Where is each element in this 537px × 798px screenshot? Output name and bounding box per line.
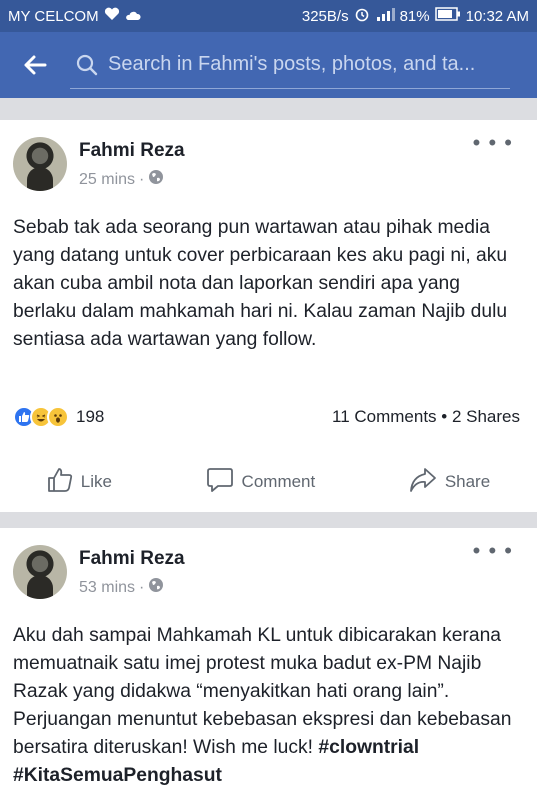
signal-icon [375, 7, 395, 25]
clock-time: 10:32 AM [465, 7, 529, 25]
app-bar [0, 32, 537, 98]
cloud-icon [125, 8, 141, 25]
reaction-count[interactable]: 198 [76, 407, 104, 427]
meta-separator: · [139, 578, 145, 596]
post-text: Sebab tak ada seorang pun wartawan atau … [13, 217, 508, 350]
battery-percent: 81% [399, 7, 430, 25]
hashtag-link[interactable]: #KitaSemuaPenghasut [13, 765, 222, 786]
post-body: Aku dah sampai Mahkamah KL untuk dibicar… [13, 625, 512, 758]
post-header: Fahmi Reza 53 mins · • • • [0, 528, 537, 622]
comment-label: Comment [241, 472, 316, 491]
more-options-icon[interactable]: • • • [473, 132, 513, 154]
post-header: Fahmi Reza 25 mins · • • • [0, 120, 537, 214]
reactions-row[interactable]: 198 11 Comments • 2 Shares [0, 402, 537, 432]
search-input[interactable] [102, 53, 502, 76]
comment-button[interactable]: Comment [206, 467, 316, 498]
hashtag-link[interactable]: #clowntrial [318, 737, 419, 758]
globe-icon [148, 169, 164, 190]
reaction-icons[interactable] [13, 406, 69, 428]
network-speed: 325B/s [301, 7, 349, 25]
thumbs-up-icon [47, 467, 73, 498]
battery-icon [434, 7, 461, 25]
search-icon [72, 54, 102, 76]
action-bar: Like Comment Share [0, 458, 537, 506]
share-icon [409, 467, 437, 498]
post-text: Aku dah sampai Mahkamah KL untuk dibicar… [0, 622, 537, 790]
meta-separator: · [139, 170, 145, 188]
wow-icon [47, 406, 69, 428]
back-arrow-icon[interactable] [0, 32, 70, 98]
post-meta: 53 mins · [79, 577, 164, 598]
post-time[interactable]: 25 mins [79, 171, 135, 189]
carrier-label: MY CELCOM [8, 7, 99, 25]
post: Fahmi Reza 53 mins · • • • Aku dah sampa… [0, 528, 537, 798]
status-bar: MY CELCOM 325B/s 81% 10:32 AM [0, 0, 537, 32]
like-label: Like [80, 472, 112, 491]
avatar[interactable] [13, 545, 67, 599]
heart-icon [104, 7, 120, 25]
post-meta: 25 mins · [79, 169, 164, 190]
post-time[interactable]: 53 mins [79, 579, 135, 597]
author-name[interactable]: Fahmi Reza [79, 548, 185, 570]
comments-shares-count[interactable]: 11 Comments • 2 Shares [332, 407, 520, 427]
post: Fahmi Reza 25 mins · • • • Sebab tak ada… [0, 120, 537, 512]
share-label: Share [444, 472, 491, 491]
feed: Fahmi Reza 25 mins · • • • Sebab tak ada… [0, 98, 537, 798]
comment-icon [206, 467, 234, 498]
search-box[interactable] [70, 41, 510, 89]
globe-icon [148, 577, 164, 598]
like-button[interactable]: Like [47, 467, 112, 498]
alarm-icon [354, 6, 370, 26]
author-name[interactable]: Fahmi Reza [79, 140, 185, 162]
more-options-icon[interactable]: • • • [473, 540, 513, 562]
avatar[interactable] [13, 137, 67, 191]
share-button[interactable]: Share [409, 467, 490, 498]
